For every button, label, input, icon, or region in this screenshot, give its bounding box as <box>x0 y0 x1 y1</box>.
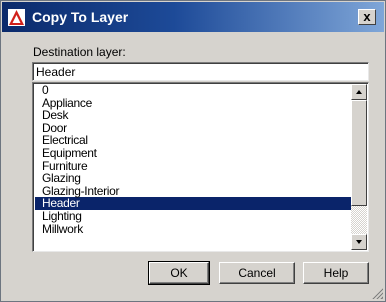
help-button[interactable]: Help <box>303 262 369 284</box>
arrow-down-icon <box>356 240 362 244</box>
scroll-thumb[interactable] <box>351 100 367 206</box>
cancel-button[interactable]: Cancel <box>219 262 295 284</box>
layer-list: 0 Appliance Desk Door Electrical Equipme… <box>35 84 352 235</box>
list-item[interactable]: Glazing <box>35 172 352 185</box>
close-button[interactable]: x <box>358 9 376 25</box>
arrow-up-icon <box>356 90 362 94</box>
title-bar[interactable]: Copy To Layer x <box>2 2 384 32</box>
destination-layer-field[interactable]: Header <box>32 62 369 81</box>
list-item[interactable]: Lighting <box>35 210 352 223</box>
scroll-down-button[interactable] <box>351 234 367 250</box>
list-item[interactable]: Glazing-Interior <box>35 185 352 198</box>
list-item-selected[interactable]: Header <box>35 197 352 210</box>
list-item[interactable]: Millwork <box>35 222 352 236</box>
scroll-up-button[interactable] <box>351 84 367 100</box>
list-item[interactable]: Equipment <box>35 147 352 160</box>
list-item[interactable]: Desk <box>35 109 352 122</box>
resize-grip-icon[interactable] <box>371 287 383 299</box>
autocad-logo-icon <box>8 9 25 26</box>
close-icon: x <box>363 9 371 24</box>
vertical-scrollbar[interactable] <box>351 84 367 250</box>
destination-layer-label: Destination layer: <box>33 45 126 59</box>
list-item[interactable]: Appliance <box>35 96 352 110</box>
list-item[interactable]: 0 <box>35 84 352 97</box>
list-item[interactable]: Furniture <box>35 159 352 173</box>
ok-button[interactable]: OK <box>148 261 210 285</box>
copy-to-layer-dialog: Copy To Layer x Destination layer: Heade… <box>0 0 386 302</box>
layer-listbox[interactable]: 0 Appliance Desk Door Electrical Equipme… <box>32 82 369 252</box>
window-title: Copy To Layer <box>32 9 129 25</box>
